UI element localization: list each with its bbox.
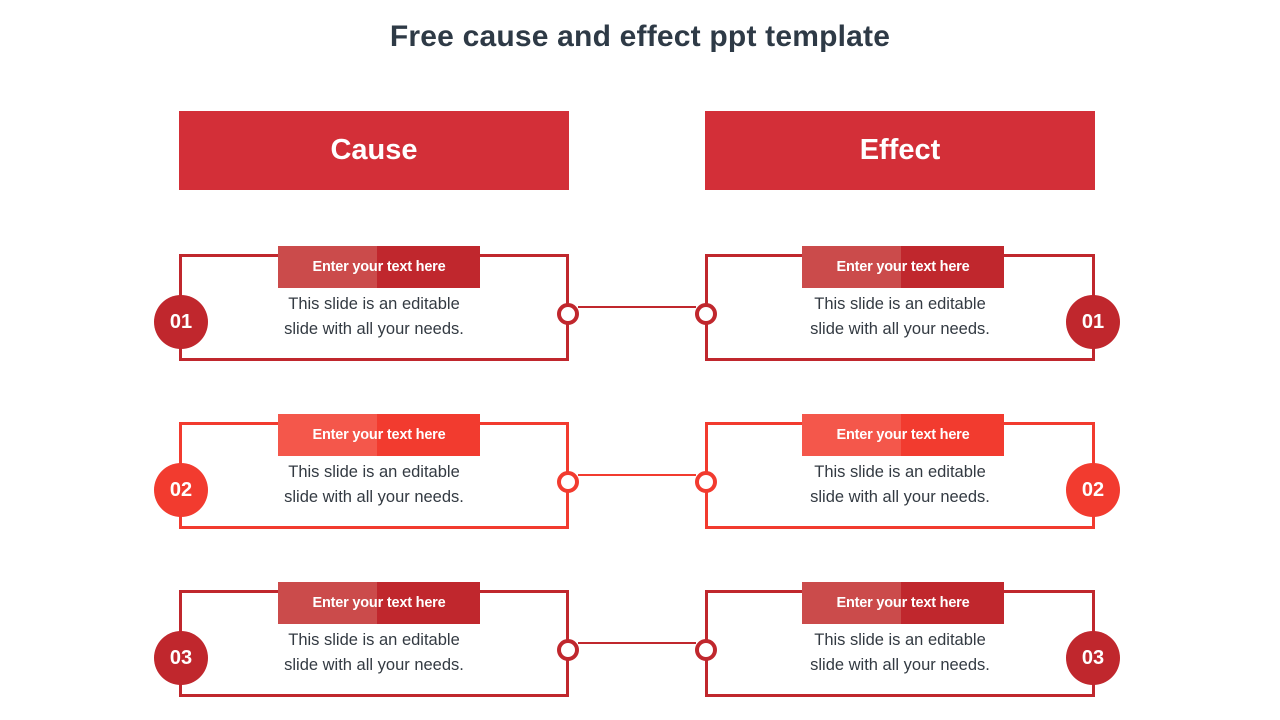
row-connector-line bbox=[578, 306, 696, 308]
effect-card-chip[interactable]: Enter your text here bbox=[802, 414, 1004, 456]
cause-card-chip[interactable]: Enter your text here bbox=[278, 582, 480, 624]
row-connector-line bbox=[578, 642, 696, 644]
cause-card-chip-label: Enter your text here bbox=[312, 259, 446, 275]
cause-card-body: This slide is an editable slide with all… bbox=[284, 463, 464, 506]
page-title: Free cause and effect ppt template bbox=[389, 20, 891, 53]
row-connector-line bbox=[578, 474, 696, 476]
effect-card-chip[interactable]: Enter your text here bbox=[802, 582, 1004, 624]
effect-card-body: This slide is an editable slide with all… bbox=[810, 463, 990, 506]
cause-effect-row: Enter your text here 03 This slide is an… bbox=[0, 578, 1280, 708]
cause-card-body: This slide is an editable slide with all… bbox=[284, 295, 464, 338]
column-header-cause: Cause bbox=[179, 111, 569, 190]
effect-card-chip-label: Enter your text here bbox=[836, 427, 970, 443]
effect-card-chip[interactable]: Enter your text here bbox=[802, 246, 1004, 288]
cause-card-chip[interactable]: Enter your text here bbox=[278, 414, 480, 456]
cause-card-chip-label: Enter your text here bbox=[312, 427, 446, 443]
cause-card-chip[interactable]: Enter your text here bbox=[278, 246, 480, 288]
cause-card-body: This slide is an editable slide with all… bbox=[284, 631, 464, 674]
cause-effect-row: Enter your text here 01 This slide is an… bbox=[0, 242, 1280, 372]
column-header-effect-label: Effect bbox=[859, 134, 941, 166]
slide-canvas: Free cause and effect ppt template Cause… bbox=[0, 0, 1280, 720]
column-header-effect: Effect bbox=[705, 111, 1095, 190]
effect-card-chip-label: Enter your text here bbox=[836, 259, 970, 275]
cause-effect-row: Enter your text here 02 This slide is an… bbox=[0, 410, 1280, 540]
column-header-cause-label: Cause bbox=[330, 134, 418, 166]
effect-card-chip-label: Enter your text here bbox=[836, 595, 970, 611]
cause-card-chip-label: Enter your text here bbox=[312, 595, 446, 611]
effect-card-body: This slide is an editable slide with all… bbox=[810, 295, 990, 338]
effect-card-body: This slide is an editable slide with all… bbox=[810, 631, 990, 674]
